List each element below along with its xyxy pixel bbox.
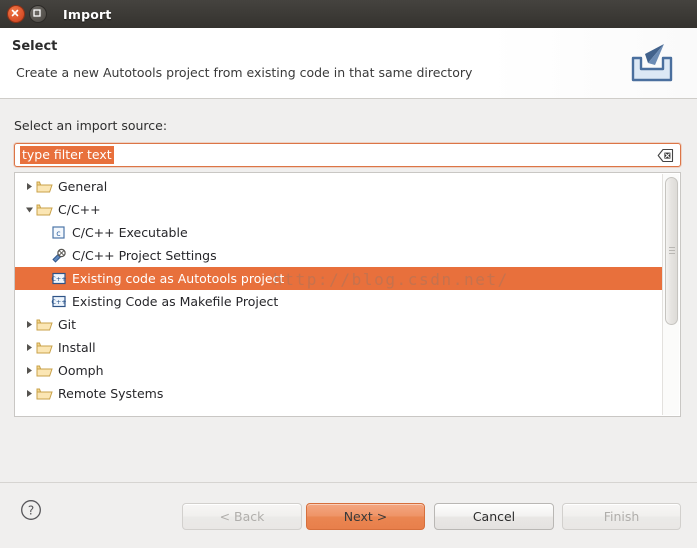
scrollbar-thumb[interactable] — [665, 177, 678, 325]
help-icon[interactable]: ? — [20, 499, 42, 521]
filter-input[interactable]: type filter text — [14, 143, 681, 167]
tree-item-existing-code-autotools[interactable]: C++ Existing code as Autotools project — [15, 267, 662, 290]
settings-icon — [50, 247, 67, 264]
chevron-right-icon[interactable] — [22, 175, 36, 198]
tree-item-label: Existing code as Autotools project — [72, 271, 285, 286]
tree-item-label: Existing Code as Makefile Project — [72, 294, 279, 309]
svg-text:c: c — [56, 229, 60, 238]
svg-text:C++: C++ — [51, 298, 66, 306]
import-dialog: Import Select Create a new Autotools pro… — [0, 0, 697, 548]
back-button[interactable]: < Back — [182, 503, 302, 530]
chevron-right-icon[interactable] — [22, 336, 36, 359]
tree-item-label: General — [58, 179, 108, 194]
tree-item-label: Oomph — [58, 363, 104, 378]
svg-text:C++: C++ — [51, 275, 66, 283]
tree-item-c-cpp[interactable]: C/C++ — [15, 198, 662, 221]
cpp-file-icon: C++ — [50, 293, 67, 310]
folder-icon — [36, 316, 53, 333]
folder-icon — [36, 385, 53, 402]
tree-item-label: Remote Systems — [58, 386, 164, 401]
tree-item-label: C/C++ — [58, 202, 101, 217]
vertical-scrollbar[interactable] — [662, 174, 679, 415]
dialog-body: Select an import source: type filter tex… — [0, 99, 697, 482]
maximize-icon[interactable] — [29, 5, 47, 23]
folder-icon — [36, 178, 53, 195]
tree-item-label: C/C++ Project Settings — [72, 248, 217, 263]
window-title: Import — [63, 6, 112, 22]
filter-input-value[interactable]: type filter text — [20, 146, 114, 164]
tree-item-general[interactable]: General — [15, 175, 662, 198]
tree-item-oomph[interactable]: Oomph — [15, 359, 662, 382]
folder-icon — [36, 339, 53, 356]
cancel-button-label: Cancel — [472, 509, 516, 524]
c-file-icon: c — [50, 224, 67, 241]
tree-item-install[interactable]: Install — [15, 336, 662, 359]
next-button[interactable]: Next > — [306, 503, 425, 530]
next-button-label: Next > — [343, 509, 388, 524]
tree-item-git[interactable]: Git — [15, 313, 662, 336]
tree-item-c-cpp-project-settings[interactable]: C/C++ Project Settings — [15, 244, 662, 267]
chevron-right-icon[interactable] — [22, 382, 36, 405]
tree-item-c-cpp-executable[interactable]: c C/C++ Executable — [15, 221, 662, 244]
finish-button-label: Finish — [603, 509, 640, 524]
chevron-right-icon[interactable] — [22, 313, 36, 336]
tree-item-label: Install — [58, 340, 96, 355]
tree-item-label: C/C++ Executable — [72, 225, 188, 240]
page-subtitle: Create a new Autotools project from exis… — [16, 65, 473, 80]
scrollbar-grip-icon — [669, 247, 675, 255]
tree-item-existing-code-makefile[interactable]: C++ Existing Code as Makefile Project — [15, 290, 662, 313]
cpp-file-icon: C++ — [50, 270, 67, 287]
page-title: Select — [12, 39, 58, 54]
import-source-label: Select an import source: — [14, 118, 168, 133]
chevron-right-icon[interactable] — [22, 359, 36, 382]
folder-icon — [36, 201, 53, 218]
chevron-down-icon[interactable] — [22, 198, 36, 221]
folder-icon — [36, 362, 53, 379]
tree-item-remote-systems[interactable]: Remote Systems — [15, 382, 662, 405]
window-titlebar: Import — [0, 0, 697, 28]
cancel-button[interactable]: Cancel — [434, 503, 554, 530]
finish-button[interactable]: Finish — [562, 503, 681, 530]
tree-item-label: Git — [58, 317, 77, 332]
dialog-header: Select Create a new Autotools project fr… — [0, 28, 697, 99]
tree-list: General C/C++ c C/C++ Executable C/C++ P… — [15, 175, 662, 405]
import-tray-arrow-icon — [621, 36, 683, 92]
svg-text:?: ? — [28, 503, 34, 517]
clear-filter-icon[interactable] — [657, 148, 674, 163]
back-button-label: < Back — [219, 509, 265, 524]
close-icon[interactable] — [7, 5, 25, 23]
import-source-tree[interactable]: General C/C++ c C/C++ Executable C/C++ P… — [14, 172, 681, 417]
